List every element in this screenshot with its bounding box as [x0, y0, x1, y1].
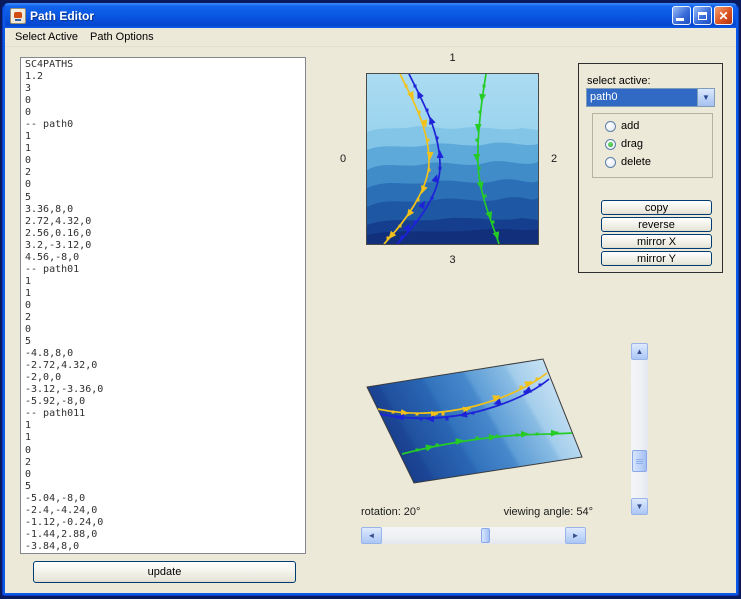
path-controls-panel: select active: path0 ▼ add drag delete [578, 63, 723, 273]
path-edit-canvas[interactable] [366, 73, 539, 245]
close-button[interactable]: ✕ [714, 6, 733, 25]
rotation-scrollbar-thumb[interactable] [481, 528, 490, 543]
close-icon: ✕ [718, 10, 728, 22]
menu-bar: Select Active Path Options [5, 28, 736, 47]
maximize-icon [698, 12, 707, 20]
top-view-edge-label-2: 2 [546, 153, 562, 165]
menu-select-active[interactable]: Select Active [9, 29, 84, 45]
active-path-value: path0 [587, 89, 697, 106]
rotation-scrollbar[interactable]: ◄ ► [361, 527, 586, 544]
window-title: Path Editor [30, 9, 670, 23]
top-view-edge-label-1: 1 [366, 52, 539, 64]
path-text-editor[interactable]: SC4PATHS 1.2 3 0 0 -- path0 1 1 0 2 0 5 … [20, 57, 306, 554]
radio-drag[interactable]: drag [605, 137, 643, 151]
radio-add[interactable]: add [605, 119, 639, 133]
radio-add-icon [605, 121, 616, 132]
maximize-button[interactable] [693, 6, 712, 25]
title-bar[interactable]: Path Editor ✕ [5, 3, 736, 28]
rotated-image-plane [367, 359, 582, 483]
mountain-image-top-view [367, 74, 538, 244]
select-active-label: select active: [587, 75, 651, 87]
mirror-x-button[interactable]: mirror X [601, 234, 712, 249]
chevron-down-scroll-icon[interactable]: ▼ [631, 498, 648, 515]
minimize-button[interactable] [672, 6, 691, 25]
chevron-down-icon[interactable]: ▼ [697, 89, 714, 106]
app-window: Path Editor ✕ Select Active Path Options… [2, 3, 739, 596]
viewing-angle-label: viewing angle: 54° [435, 506, 593, 518]
viewing-angle-scrollbar-thumb[interactable] [632, 450, 647, 472]
menu-path-options[interactable]: Path Options [84, 29, 160, 45]
java-app-icon [10, 8, 26, 24]
radio-delete[interactable]: delete [605, 155, 651, 169]
minimize-icon [676, 18, 684, 21]
perspective-preview [345, 341, 595, 501]
radio-delete-icon [605, 157, 616, 168]
mirror-y-button[interactable]: mirror Y [601, 251, 712, 266]
rotation-label: rotation: 20° [361, 506, 420, 518]
top-view-edge-label-0: 0 [335, 153, 351, 165]
active-path-dropdown[interactable]: path0 ▼ [586, 88, 715, 107]
copy-button[interactable]: copy [601, 200, 712, 215]
chevron-right-icon[interactable]: ► [565, 527, 586, 544]
update-button[interactable]: update [33, 561, 296, 583]
top-view-edge-label-3: 3 [366, 254, 539, 266]
radio-drag-icon [605, 139, 616, 150]
reverse-button[interactable]: reverse [601, 217, 712, 232]
viewing-angle-scrollbar[interactable]: ▲ ▼ [631, 343, 648, 515]
chevron-left-icon[interactable]: ◄ [361, 527, 382, 544]
chevron-up-icon[interactable]: ▲ [631, 343, 648, 360]
